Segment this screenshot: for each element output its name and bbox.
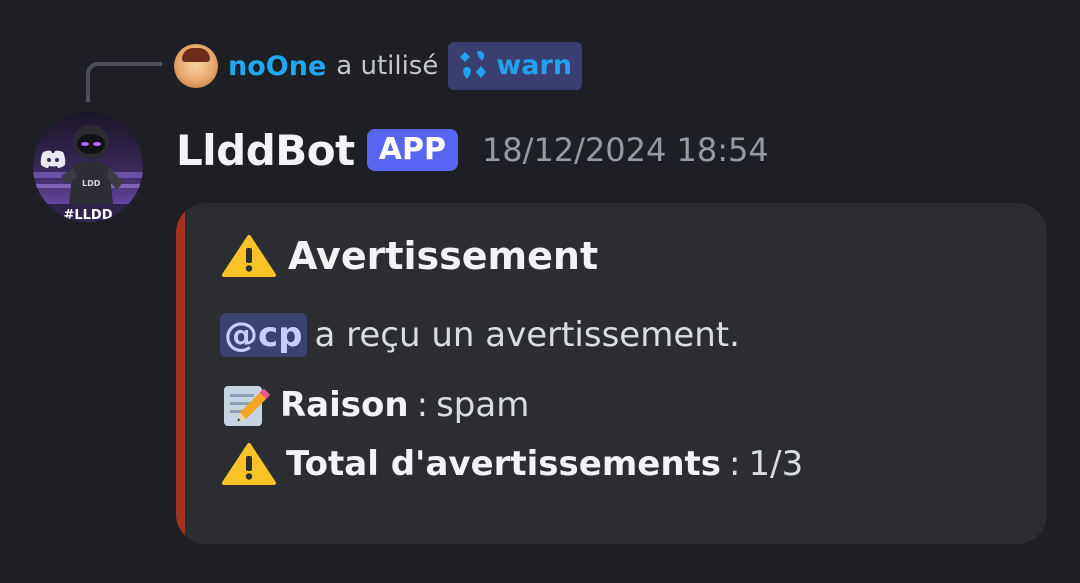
command-name: warn [496,49,573,81]
memo-icon [220,382,272,428]
total-separator: : [729,444,741,484]
embed-title: Avertissement [220,233,598,279]
warning-icon [220,233,278,279]
embed-title-text: Avertissement [288,234,599,278]
author-name[interactable]: LlddBot [176,126,355,175]
total-label: Total d'avertissements [286,444,722,484]
svg-text:LDD: LDD [82,179,101,188]
embed-line1-text: a reçu un avertissement. [314,315,740,355]
message-timestamp[interactable]: 18/12/2024 18:54 [482,131,769,169]
message-header: LlddBot APP 18/12/2024 18:54 [176,118,769,182]
reply-action-text: a utilisé [336,51,439,81]
reason-separator: : [416,385,429,425]
reply-connector [86,62,162,102]
avatar-logo-text: #LLDD [63,208,112,222]
discord-message: noOne a utilisé warn LDD #LLDD LlddBot A… [0,0,1080,583]
command-icon [458,49,490,81]
embed-card: Avertissement @cp a reçu un avertissemen… [176,203,1047,544]
reply-username[interactable]: noOne [228,51,326,82]
warning-icon [220,441,278,487]
total-value: 1/3 [748,444,804,484]
reason-value: spam [436,385,530,425]
reply-user-avatar[interactable] [174,44,218,88]
embed-line-total: Total d'avertissements : 1/3 [220,441,803,487]
embed-line-mention: @cp a reçu un avertissement. [220,313,740,357]
reason-label: Raison [280,385,409,425]
embed-accent-bar [176,203,185,544]
reply-context[interactable]: noOne a utilisé warn [174,40,583,92]
user-mention[interactable]: @cp [220,313,307,357]
slash-command-chip[interactable]: warn [448,42,583,90]
app-badge: APP [366,129,458,171]
embed-line-reason: Raison : spam [220,382,529,428]
bot-avatar[interactable]: LDD #LLDD [33,112,143,222]
